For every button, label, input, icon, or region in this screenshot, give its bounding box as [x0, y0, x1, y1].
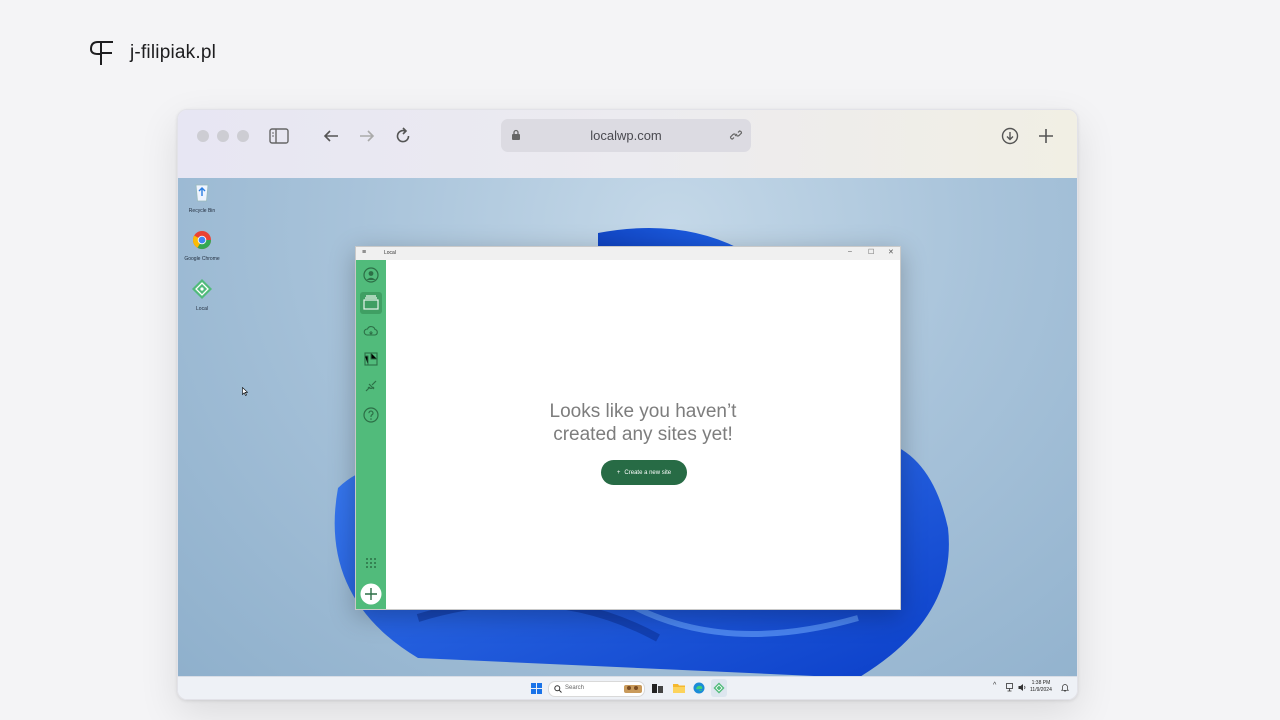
sidebar-toggle-button[interactable] — [267, 124, 291, 148]
app-sidebar — [356, 260, 386, 609]
clock-time: 1:38 PM — [1031, 680, 1051, 686]
local-app-window: ≡ Local – ☐ ✕ Looks like you haven’t cre… — [355, 246, 901, 610]
window-minimize-button[interactable]: – — [848, 248, 852, 255]
zoom-traffic-light[interactable] — [237, 130, 249, 142]
file-explorer-icon[interactable] — [673, 682, 685, 694]
plus-icon: + — [616, 469, 621, 476]
window-maximize-button[interactable]: ☐ — [868, 248, 874, 256]
windows-desktop: Recycle Bin Google Chrome Local ≡ Local … — [178, 178, 1077, 676]
chrome-icon — [193, 231, 211, 250]
apps-grid-icon[interactable] — [363, 555, 379, 571]
downloads-button[interactable] — [998, 124, 1022, 148]
add-site-icon[interactable] — [360, 583, 382, 605]
taskbar-search[interactable]: Search — [548, 681, 645, 697]
task-view-icon[interactable] — [652, 683, 663, 694]
reload-button[interactable] — [391, 124, 415, 148]
app-menu-icon[interactable]: ≡ — [362, 249, 366, 256]
app-main-content: Looks like you haven’t created any sites… — [386, 260, 900, 609]
minimize-traffic-light[interactable] — [217, 130, 229, 142]
recycle-bin-icon — [195, 184, 209, 202]
tray-volume-icon[interactable] — [1018, 683, 1027, 692]
forward-icon — [360, 130, 375, 142]
app-titlebar: ≡ Local – ☐ ✕ — [356, 247, 900, 260]
search-icon — [554, 685, 562, 693]
download-icon — [1001, 127, 1019, 145]
browser-window: localwp.com Recycle Bin Google Chrome Lo… — [177, 109, 1078, 700]
search-placeholder: Search — [565, 685, 585, 691]
close-traffic-light[interactable] — [197, 130, 209, 142]
tray-chevron-up-icon[interactable]: ^ — [993, 682, 996, 689]
sidebar-item-sites[interactable] — [360, 292, 382, 314]
search-highlight-icon — [624, 685, 642, 693]
url-text: localwp.com — [590, 128, 662, 143]
empty-state-message: Looks like you haven’t created any sites… — [549, 401, 737, 445]
create-new-site-button[interactable]: + Create a new site — [601, 460, 687, 485]
sites-icon — [363, 295, 379, 310]
new-tab-button[interactable] — [1034, 124, 1058, 148]
mouse-cursor-icon — [242, 387, 248, 396]
forward-button[interactable] — [355, 124, 379, 148]
edge-icon[interactable] — [693, 682, 705, 694]
windows-taskbar: Search ^ 1:38 PM 11/9/2024 — [178, 676, 1077, 699]
link-icon[interactable] — [729, 128, 743, 142]
back-button[interactable] — [319, 124, 343, 148]
address-bar[interactable]: localwp.com — [501, 119, 751, 152]
notification-bell-icon[interactable] — [1061, 683, 1069, 692]
help-icon[interactable] — [363, 407, 379, 423]
tray-network-icon[interactable] — [1006, 683, 1015, 692]
desktop-icon-recycle-bin[interactable]: Recycle Bin — [184, 182, 220, 214]
desktop-icon-chrome[interactable]: Google Chrome — [184, 230, 220, 262]
system-clock[interactable]: 1:38 PM 11/9/2024 — [1030, 680, 1052, 694]
cloud-backups-icon[interactable] — [363, 323, 379, 339]
brand: j-filipiak.pl — [88, 40, 216, 66]
windows-start-icon[interactable] — [531, 683, 542, 694]
brand-name[interactable]: j-filipiak.pl — [130, 42, 216, 64]
new-tab-icon — [1039, 129, 1053, 143]
taskbar-local-app[interactable] — [711, 679, 727, 697]
local-icon — [192, 279, 212, 299]
addons-icon[interactable] — [363, 379, 379, 395]
brand-logo-icon — [90, 41, 113, 65]
window-close-button[interactable]: ✕ — [888, 248, 894, 256]
browser-toolbar: localwp.com — [178, 110, 1077, 178]
reload-icon — [396, 127, 410, 143]
clock-date: 11/9/2024 — [1030, 687, 1052, 693]
blueprints-icon[interactable] — [363, 351, 379, 367]
sidebar-icon — [269, 128, 289, 144]
app-title: Local — [384, 250, 396, 256]
back-icon — [323, 130, 338, 142]
create-new-site-label: Create a new site — [624, 469, 672, 476]
desktop-icon-local[interactable]: Local — [184, 278, 220, 312]
account-icon[interactable] — [363, 267, 379, 283]
local-taskbar-icon — [713, 682, 725, 694]
